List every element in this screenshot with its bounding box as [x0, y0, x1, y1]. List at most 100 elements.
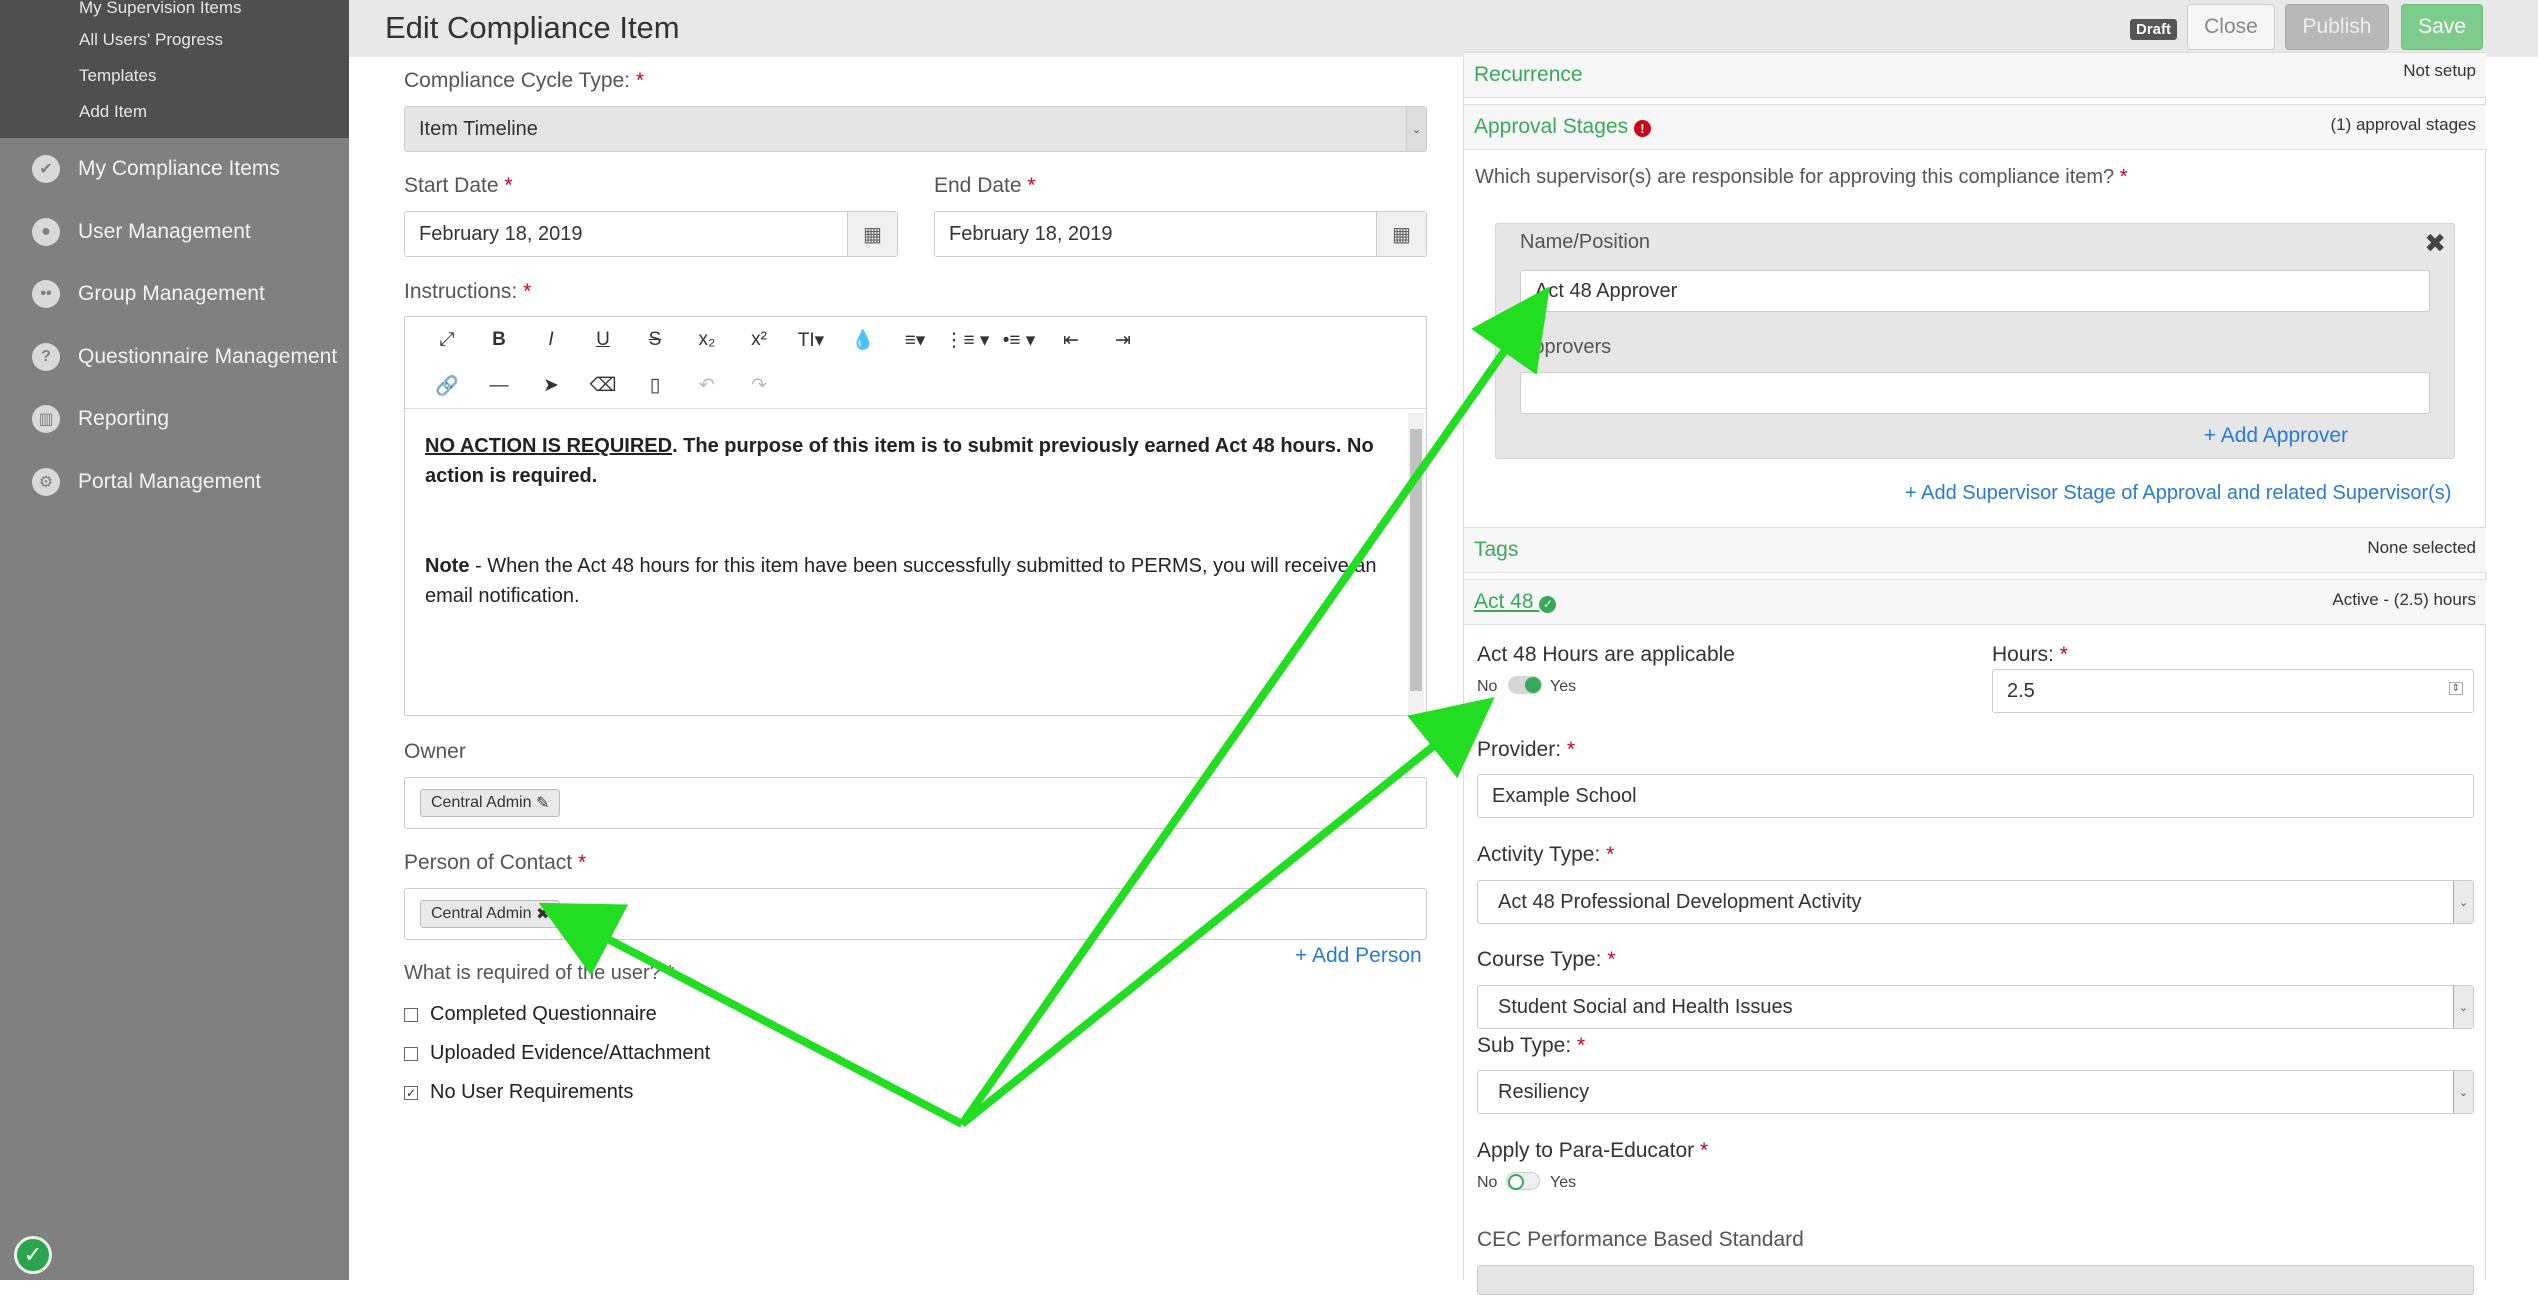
instructions-label-text: Instructions:: [404, 280, 518, 303]
requirement-checkbox-evidence[interactable]: Uploaded Evidence/Attachment: [404, 1042, 710, 1065]
redo-icon[interactable]: ↷: [733, 374, 785, 397]
sidebar-item-users[interactable]: ● User Management: [0, 201, 349, 264]
checkbox[interactable]: [404, 1046, 418, 1061]
calendar-icon[interactable]: ▦: [847, 212, 897, 256]
pdf-icon[interactable]: ▯: [629, 374, 681, 397]
sidebar-item-compliance[interactable]: ✔ My Compliance Items: [0, 138, 349, 201]
save-button[interactable]: Save: [2401, 4, 2483, 50]
calendar-icon[interactable]: ▦: [1376, 212, 1426, 256]
subnav-item-add-item[interactable]: Add Item: [0, 94, 349, 130]
color-drop-icon[interactable]: 💧: [837, 328, 889, 352]
outdent-icon[interactable]: ⇤: [1045, 329, 1097, 352]
owner-tag[interactable]: Central Admin ✎: [420, 789, 561, 817]
para-educator-toggle[interactable]: [1506, 1172, 1540, 1190]
superscript-icon[interactable]: x²: [733, 329, 785, 351]
contact-label: Person of Contact *: [404, 851, 587, 874]
recurrence-title[interactable]: Recurrence: [1474, 63, 1583, 87]
font-size-icon[interactable]: TI▾: [785, 329, 837, 352]
contact-tag[interactable]: Central Admin ✖: [420, 900, 561, 928]
hours-applicable-toggle[interactable]: [1508, 676, 1542, 694]
editor-content[interactable]: NO ACTION IS REQUIRED. The purpose of th…: [425, 431, 1385, 611]
undo-icon[interactable]: ↶: [681, 374, 733, 397]
close-icon[interactable]: ✖: [536, 904, 549, 924]
subnav-item-all-users-progress[interactable]: All Users' Progress: [0, 22, 349, 58]
add-stage-link[interactable]: + Add Supervisor Stage of Approval and r…: [1905, 482, 2451, 505]
add-approver-link[interactable]: + Add Approver: [2204, 424, 2348, 448]
editor-scrollbar[interactable]: [1408, 413, 1424, 713]
sidebar-item-reporting[interactable]: ▥ Reporting: [0, 388, 349, 451]
horizontal-rule-icon[interactable]: —: [473, 375, 525, 397]
owner-label: Owner: [404, 740, 466, 763]
status-check-icon[interactable]: ✓: [14, 1236, 52, 1274]
approvers-input[interactable]: [1520, 372, 2430, 414]
approval-title-text: Approval Stages: [1474, 115, 1629, 138]
cycle-type-label-text: Compliance Cycle Type:: [404, 69, 631, 92]
checkbox-checked[interactable]: ✓: [404, 1085, 418, 1100]
toggle-no-label: No: [1477, 678, 1498, 695]
publish-button[interactable]: Publish: [2285, 4, 2389, 50]
approval-title[interactable]: Approval Stages !: [1474, 115, 1651, 139]
sub-type-select[interactable]: Resiliency ⌄: [1477, 1070, 2474, 1114]
para-educator-label-text: Apply to Para-Educator: [1477, 1139, 1695, 1162]
requirement-checkbox-none[interactable]: ✓ No User Requirements: [404, 1081, 633, 1104]
tags-section[interactable]: Tags None selected: [1464, 527, 2486, 573]
subnav-item-supervision[interactable]: My Supervision Items: [0, 0, 349, 16]
requirement-checkbox-questionnaire[interactable]: Completed Questionnaire: [404, 1003, 657, 1026]
provider-input[interactable]: Example School: [1477, 774, 2474, 818]
sidebar-item-portal[interactable]: ⚙ Portal Management: [0, 451, 349, 514]
hours-input[interactable]: 2.5 ⇕: [1992, 669, 2474, 713]
chart-icon: ▥: [32, 405, 60, 434]
cec-standard-select[interactable]: [1477, 1265, 2474, 1295]
italic-icon[interactable]: I: [525, 329, 577, 351]
sidebar-subnav: My Supervision Items All Users' Progress…: [0, 0, 349, 138]
approval-status: (1) approval stages: [2330, 115, 2476, 134]
name-position-input[interactable]: Act 48 Approver: [1520, 270, 2430, 312]
close-icon[interactable]: ✖: [2424, 228, 2446, 259]
unordered-list-icon[interactable]: •≡ ▾: [993, 329, 1045, 352]
scrollbar-thumb[interactable]: [1410, 429, 1422, 691]
instructions-paragraph-2: Note - When the Act 48 hours for this it…: [425, 551, 1385, 611]
close-button[interactable]: Close: [2187, 4, 2275, 50]
bold-icon[interactable]: B: [473, 329, 525, 351]
rich-text-editor[interactable]: ⤢ B I U S x₂ x² TI▾ 💧 ≡▾ ⋮≡ ▾ •≡ ▾ ⇤ ⇥ 🔗…: [404, 316, 1427, 716]
sidebar-item-label: Reporting: [78, 407, 170, 431]
cycle-type-select[interactable]: Item Timeline ⌄: [404, 106, 1427, 152]
fullscreen-icon[interactable]: ⤢: [421, 329, 473, 351]
start-date-input[interactable]: February 18, 2019 ▦: [404, 211, 898, 257]
strikethrough-icon[interactable]: S: [629, 329, 681, 351]
page-title: Edit Compliance Item: [385, 10, 680, 45]
sidebar-item-questionnaires[interactable]: ? Questionnaire Management: [0, 326, 349, 389]
draft-badge: Draft: [2130, 19, 2178, 40]
tags-title[interactable]: Tags: [1474, 538, 1518, 562]
underline-icon[interactable]: U: [577, 329, 629, 351]
pencil-icon[interactable]: ✎: [536, 793, 549, 813]
subnav-item-templates[interactable]: Templates: [0, 58, 349, 94]
ordered-list-icon[interactable]: ⋮≡ ▾: [941, 329, 993, 352]
subscript-icon[interactable]: x₂: [681, 329, 733, 351]
act48-title[interactable]: Act 48 ✓: [1474, 590, 1557, 614]
hours-value: 2.5: [2007, 679, 2035, 702]
align-icon[interactable]: ≡▾: [889, 329, 941, 352]
act48-section[interactable]: Act 48 ✓ Active - (2.5) hours: [1464, 579, 2486, 625]
sidebar-item-groups[interactable]: •• Group Management: [0, 263, 349, 326]
link-icon[interactable]: 🔗: [421, 374, 473, 398]
select-pointer-icon[interactable]: ➤: [525, 374, 577, 397]
check-circle-icon: ✓: [1539, 596, 1557, 613]
indent-icon[interactable]: ⇥: [1097, 329, 1149, 352]
approval-stage-card: Name/Position ✖ Act 48 Approver Approver…: [1495, 223, 2455, 459]
course-type-select[interactable]: Student Social and Health Issues ⌄: [1477, 985, 2474, 1029]
activity-type-select[interactable]: Act 48 Professional Development Activity…: [1477, 880, 2474, 924]
editor-toolbar-row-1: ⤢ B I U S x₂ x² TI▾ 💧 ≡▾ ⋮≡ ▾ •≡ ▾ ⇤ ⇥: [405, 317, 1426, 363]
user-icon: ●: [32, 217, 60, 246]
add-person-link[interactable]: + Add Person: [1295, 944, 1422, 968]
approval-stages-section[interactable]: Approval Stages ! (1) approval stages: [1464, 104, 2486, 150]
sidebar-item-label: Portal Management: [78, 469, 262, 493]
hours-label: Hours: *: [1992, 643, 2068, 666]
eraser-icon[interactable]: ⌫: [577, 374, 629, 397]
stepper-icon[interactable]: ⇕: [2448, 682, 2463, 695]
recurrence-section[interactable]: Recurrence Not setup: [1464, 52, 2486, 98]
instructions-emphasis: NO ACTION IS REQUIRED: [425, 435, 673, 457]
checkbox[interactable]: [404, 1007, 418, 1022]
sidebar-item-label: Questionnaire Management: [78, 344, 338, 368]
end-date-input[interactable]: February 18, 2019 ▦: [934, 211, 1427, 257]
